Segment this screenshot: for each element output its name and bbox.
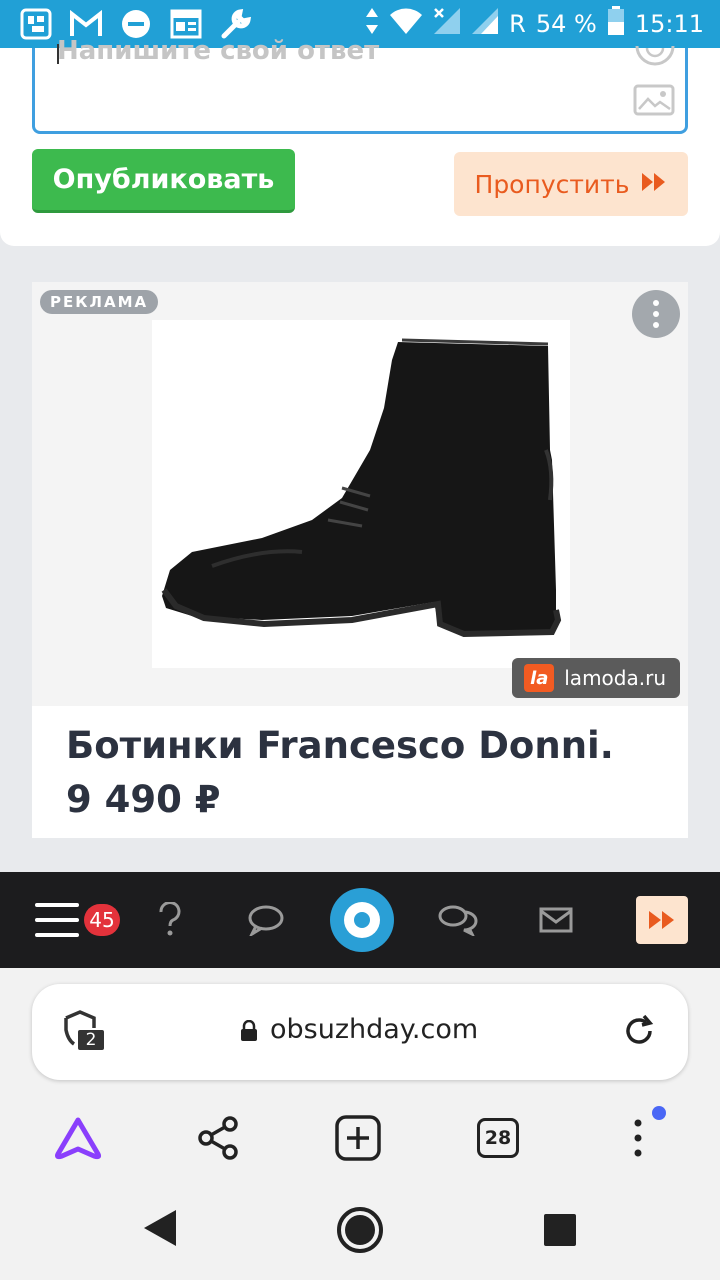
lamoda-logo: la — [524, 664, 555, 692]
ad-badge: РЕКЛАМА — [40, 290, 159, 314]
android-nav-bar — [0, 1180, 720, 1280]
ad-title[interactable]: Ботинки Francesco Donni. — [66, 724, 614, 767]
battery-percent: 54 % — [535, 10, 597, 38]
answer-composer: Напишите свой ответ Опубликовать Пропуст… — [0, 36, 720, 246]
answer-input[interactable]: Напишите свой ответ — [32, 36, 688, 134]
ad-more-menu-icon[interactable] — [632, 290, 680, 338]
question-icon[interactable] — [150, 872, 190, 968]
image-upload-icon[interactable] — [633, 84, 675, 116]
back-icon[interactable] — [142, 1208, 178, 1252]
url-text[interactable]: obsuzhday.com — [270, 1014, 478, 1045]
fast-forward-icon — [649, 911, 674, 929]
tabs-count: 28 — [477, 1118, 519, 1158]
emoji-icon[interactable] — [635, 38, 675, 66]
mail-icon[interactable] — [536, 872, 576, 968]
wifi-icon — [389, 7, 423, 41]
ad-card[interactable]: РЕКЛАМА la lamoda.ru Ботинки Francesco D… — [32, 282, 688, 838]
ad-image-area[interactable]: РЕКЛАМА la lamoda.ru — [32, 282, 688, 706]
app-icon — [18, 7, 54, 41]
alice-icon[interactable] — [48, 1098, 108, 1178]
boot-photo[interactable] — [152, 320, 570, 668]
comment-icon[interactable] — [244, 872, 288, 968]
lock-icon — [240, 1019, 258, 1042]
protect-tabs-count: 2 — [76, 1028, 106, 1052]
new-tab-icon[interactable] — [328, 1098, 388, 1178]
skip-button[interactable]: Пропустить — [454, 152, 688, 216]
share-icon[interactable] — [188, 1098, 248, 1178]
text-caret — [57, 44, 59, 64]
skip-nav-button[interactable] — [636, 896, 688, 944]
recents-icon[interactable] — [544, 1214, 576, 1250]
signal-icon — [471, 7, 499, 41]
notifications-badge[interactable]: 45 — [84, 904, 120, 936]
address-bar[interactable]: 2 obsuzhday.com — [32, 984, 688, 1080]
tabs-button[interactable]: 28 — [468, 1098, 528, 1178]
ad-price: 9 490 ₽ — [66, 778, 221, 821]
clock: 15:11 — [634, 10, 704, 38]
ad-source-link[interactable]: la lamoda.ru — [512, 658, 680, 698]
reload-icon[interactable] — [622, 1014, 658, 1050]
menu-notification-dot — [652, 1106, 666, 1120]
signal-x-icon — [433, 7, 461, 41]
menu-icon[interactable] — [34, 872, 80, 968]
fast-forward-icon — [641, 170, 667, 199]
battery-icon — [607, 6, 625, 42]
network-type: R — [509, 10, 526, 38]
skip-button-label: Пропустить — [474, 169, 630, 199]
chats-icon[interactable] — [436, 872, 480, 968]
home-logo-icon[interactable] — [330, 888, 394, 952]
answer-placeholder: Напишите свой ответ — [57, 36, 380, 66]
browser-toolbar: 28 — [0, 1098, 720, 1178]
publish-button[interactable]: Опубликовать — [32, 149, 295, 213]
home-icon[interactable] — [336, 1206, 384, 1258]
ad-source-domain: lamoda.ru — [564, 666, 666, 690]
